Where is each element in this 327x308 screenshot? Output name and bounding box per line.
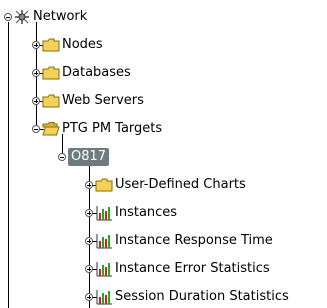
collapse-toggle[interactable] — [4, 13, 12, 21]
tree-node-user-defined-charts[interactable]: User-Defined Charts — [95, 175, 246, 195]
tree-node-label: Web Servers — [62, 93, 144, 108]
network-icon — [13, 9, 31, 25]
expand-toggle[interactable] — [85, 181, 93, 189]
tree-node-label: PTG PM Targets — [62, 121, 163, 136]
tree-node-label: Instance Error Statistics — [115, 261, 270, 276]
chart-icon — [95, 261, 113, 277]
chart-icon — [95, 205, 113, 221]
folder-icon — [42, 93, 60, 109]
tree-node-nodes[interactable]: Nodes — [42, 35, 103, 55]
tree-node-label: O817 — [68, 148, 110, 166]
expand-toggle[interactable] — [85, 237, 93, 245]
expand-toggle[interactable] — [85, 293, 93, 301]
expand-toggle[interactable] — [85, 265, 93, 273]
collapse-toggle[interactable] — [32, 125, 40, 133]
chart-icon — [95, 289, 113, 305]
tree-node-label: Session Duration Statistics — [115, 289, 289, 304]
chart-icon — [95, 233, 113, 249]
tree-node-instance-error-statistics[interactable]: Instance Error Statistics — [95, 259, 270, 279]
expand-toggle[interactable] — [32, 69, 40, 77]
tree-node-label: Network — [33, 9, 88, 24]
tree-node-ptg-pm-targets[interactable]: PTG PM Targets — [42, 119, 162, 139]
folder-icon — [95, 177, 113, 193]
expand-toggle[interactable] — [32, 41, 40, 49]
tree-node-label: Instances — [115, 205, 178, 220]
folder-icon — [42, 37, 60, 53]
tree-node-label: Instance Response Time — [115, 233, 273, 248]
tree-node-databases[interactable]: Databases — [42, 63, 131, 83]
tree-node-label: Nodes — [62, 37, 103, 52]
tree-node-session-duration-statistics[interactable]: Session Duration Statistics — [95, 287, 289, 307]
tree-node-label: Databases — [62, 65, 131, 80]
tree-node-instances[interactable]: Instances — [95, 203, 177, 223]
navigation-tree: Network Nodes Databases Web Servers PTG … — [0, 0, 327, 308]
tree-node-network[interactable]: Network — [13, 7, 87, 27]
tree-node-o817[interactable]: O817 — [68, 147, 110, 167]
tree-guide-line — [8, 22, 9, 308]
folder-open-icon — [42, 121, 60, 137]
expand-toggle[interactable] — [85, 209, 93, 217]
tree-node-web-servers[interactable]: Web Servers — [42, 91, 144, 111]
collapse-toggle[interactable] — [58, 153, 66, 161]
tree-node-instance-response-time[interactable]: Instance Response Time — [95, 231, 273, 251]
tree-node-label: User-Defined Charts — [115, 177, 246, 192]
expand-toggle[interactable] — [32, 97, 40, 105]
folder-icon — [42, 65, 60, 81]
